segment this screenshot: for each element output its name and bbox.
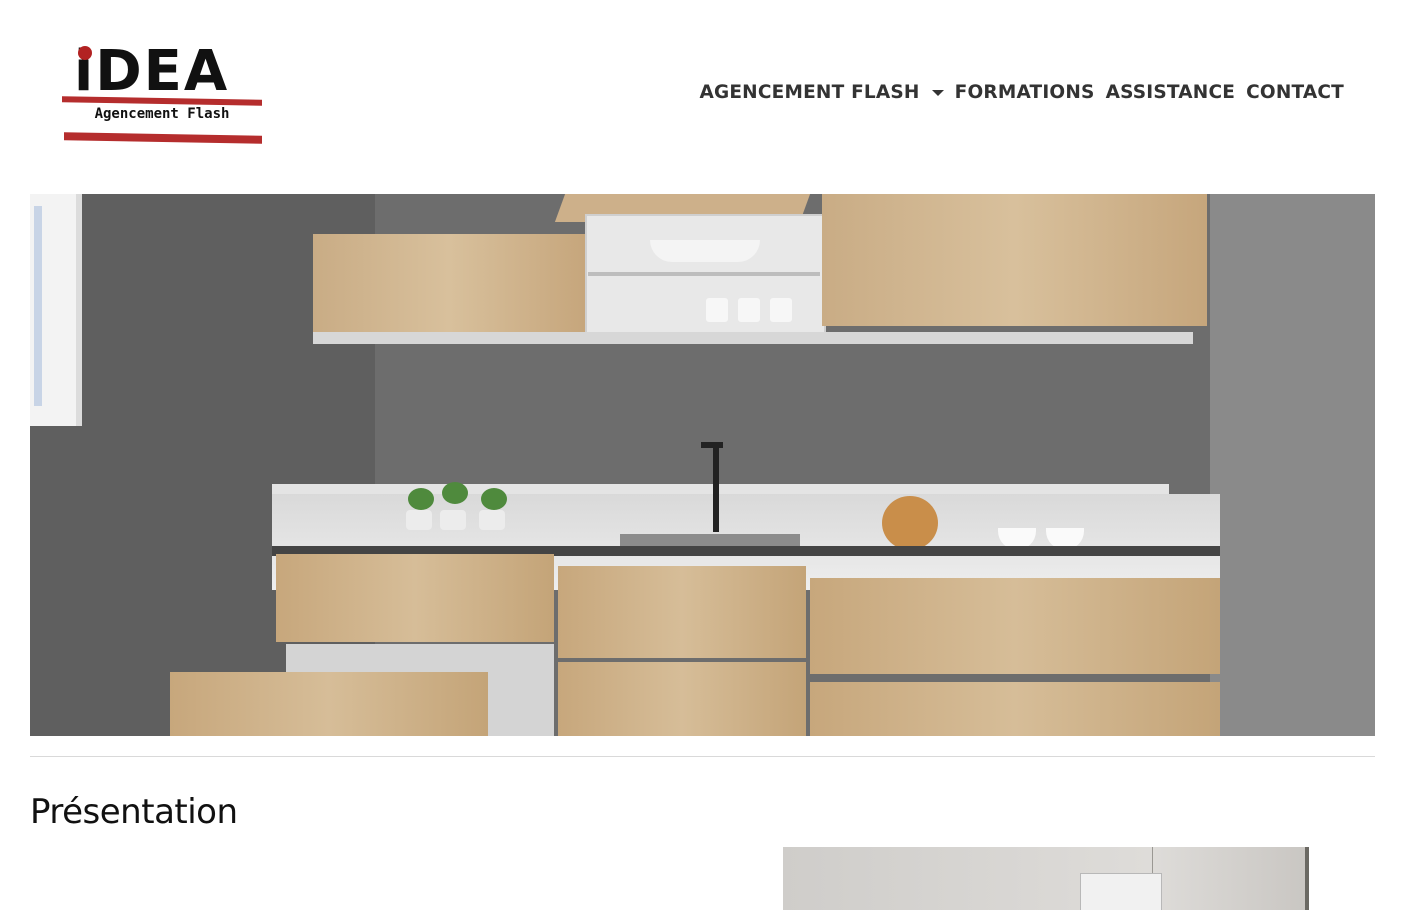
hero-plates xyxy=(650,240,760,262)
hero-cup xyxy=(770,298,792,322)
hero-base-cabinet xyxy=(810,578,1220,674)
nav-item-assistance[interactable]: ASSISTANCE xyxy=(1106,82,1236,103)
logo-word: iDEA xyxy=(74,39,230,104)
hero-plant xyxy=(408,488,434,510)
presentation-image-frame-edge xyxy=(1305,847,1309,910)
hero-plant xyxy=(481,488,507,510)
nav-item-label: AGENCEMENT FLASH xyxy=(699,82,920,103)
site-logo[interactable]: iDEA Agencement Flash xyxy=(62,40,266,146)
nav-item-agencement-flash[interactable]: AGENCEMENT FLASH xyxy=(699,82,944,103)
nav-item-label: FORMATIONS xyxy=(954,82,1095,103)
nav-item-formations[interactable]: FORMATIONS xyxy=(955,82,1095,103)
hero-cabinet-underside xyxy=(313,332,1193,344)
hero-vase xyxy=(882,496,938,550)
hero-pot xyxy=(440,510,466,530)
hero-plant xyxy=(442,482,468,504)
hero-kitchen-image xyxy=(30,194,1375,736)
hero-pot xyxy=(406,510,432,530)
section-title: Présentation xyxy=(30,792,238,832)
nav-item-label: ASSISTANCE xyxy=(1105,82,1236,103)
hero-window-glass xyxy=(34,206,42,406)
hero-upper-cabinet-left xyxy=(313,234,585,340)
hero-cup xyxy=(738,298,760,322)
presentation-image xyxy=(783,847,1309,910)
hero-base-cabinet xyxy=(276,554,554,642)
hero-base-cabinet xyxy=(810,682,1220,736)
hero-base-cabinet xyxy=(558,662,806,736)
logo-tagline: Agencement Flash xyxy=(94,106,230,122)
hero-window xyxy=(30,194,82,426)
hero-open-drawer xyxy=(170,672,488,736)
hero-cup xyxy=(706,298,728,322)
hero-faucet-head xyxy=(701,442,723,448)
hero-base-cabinet xyxy=(558,566,806,658)
logo-dot-icon xyxy=(78,46,92,60)
logo-band-top xyxy=(62,96,262,106)
nav-item-label: CONTACT xyxy=(1246,82,1344,103)
hero-upper-cabinet-right xyxy=(822,194,1207,326)
presentation-image-cabinet xyxy=(1080,873,1162,910)
main-nav: AGENCEMENT FLASH FORMATIONS ASSISTANCE C… xyxy=(699,82,1344,103)
section-divider xyxy=(30,756,1375,757)
hero-wall-right xyxy=(1210,194,1375,736)
hero-pot xyxy=(479,510,505,530)
chevron-down-icon xyxy=(931,89,944,96)
nav-item-contact[interactable]: CONTACT xyxy=(1246,82,1344,103)
hero-shelf-divider xyxy=(588,272,820,276)
logo-band-bottom xyxy=(64,132,262,144)
hero-faucet xyxy=(713,442,719,532)
